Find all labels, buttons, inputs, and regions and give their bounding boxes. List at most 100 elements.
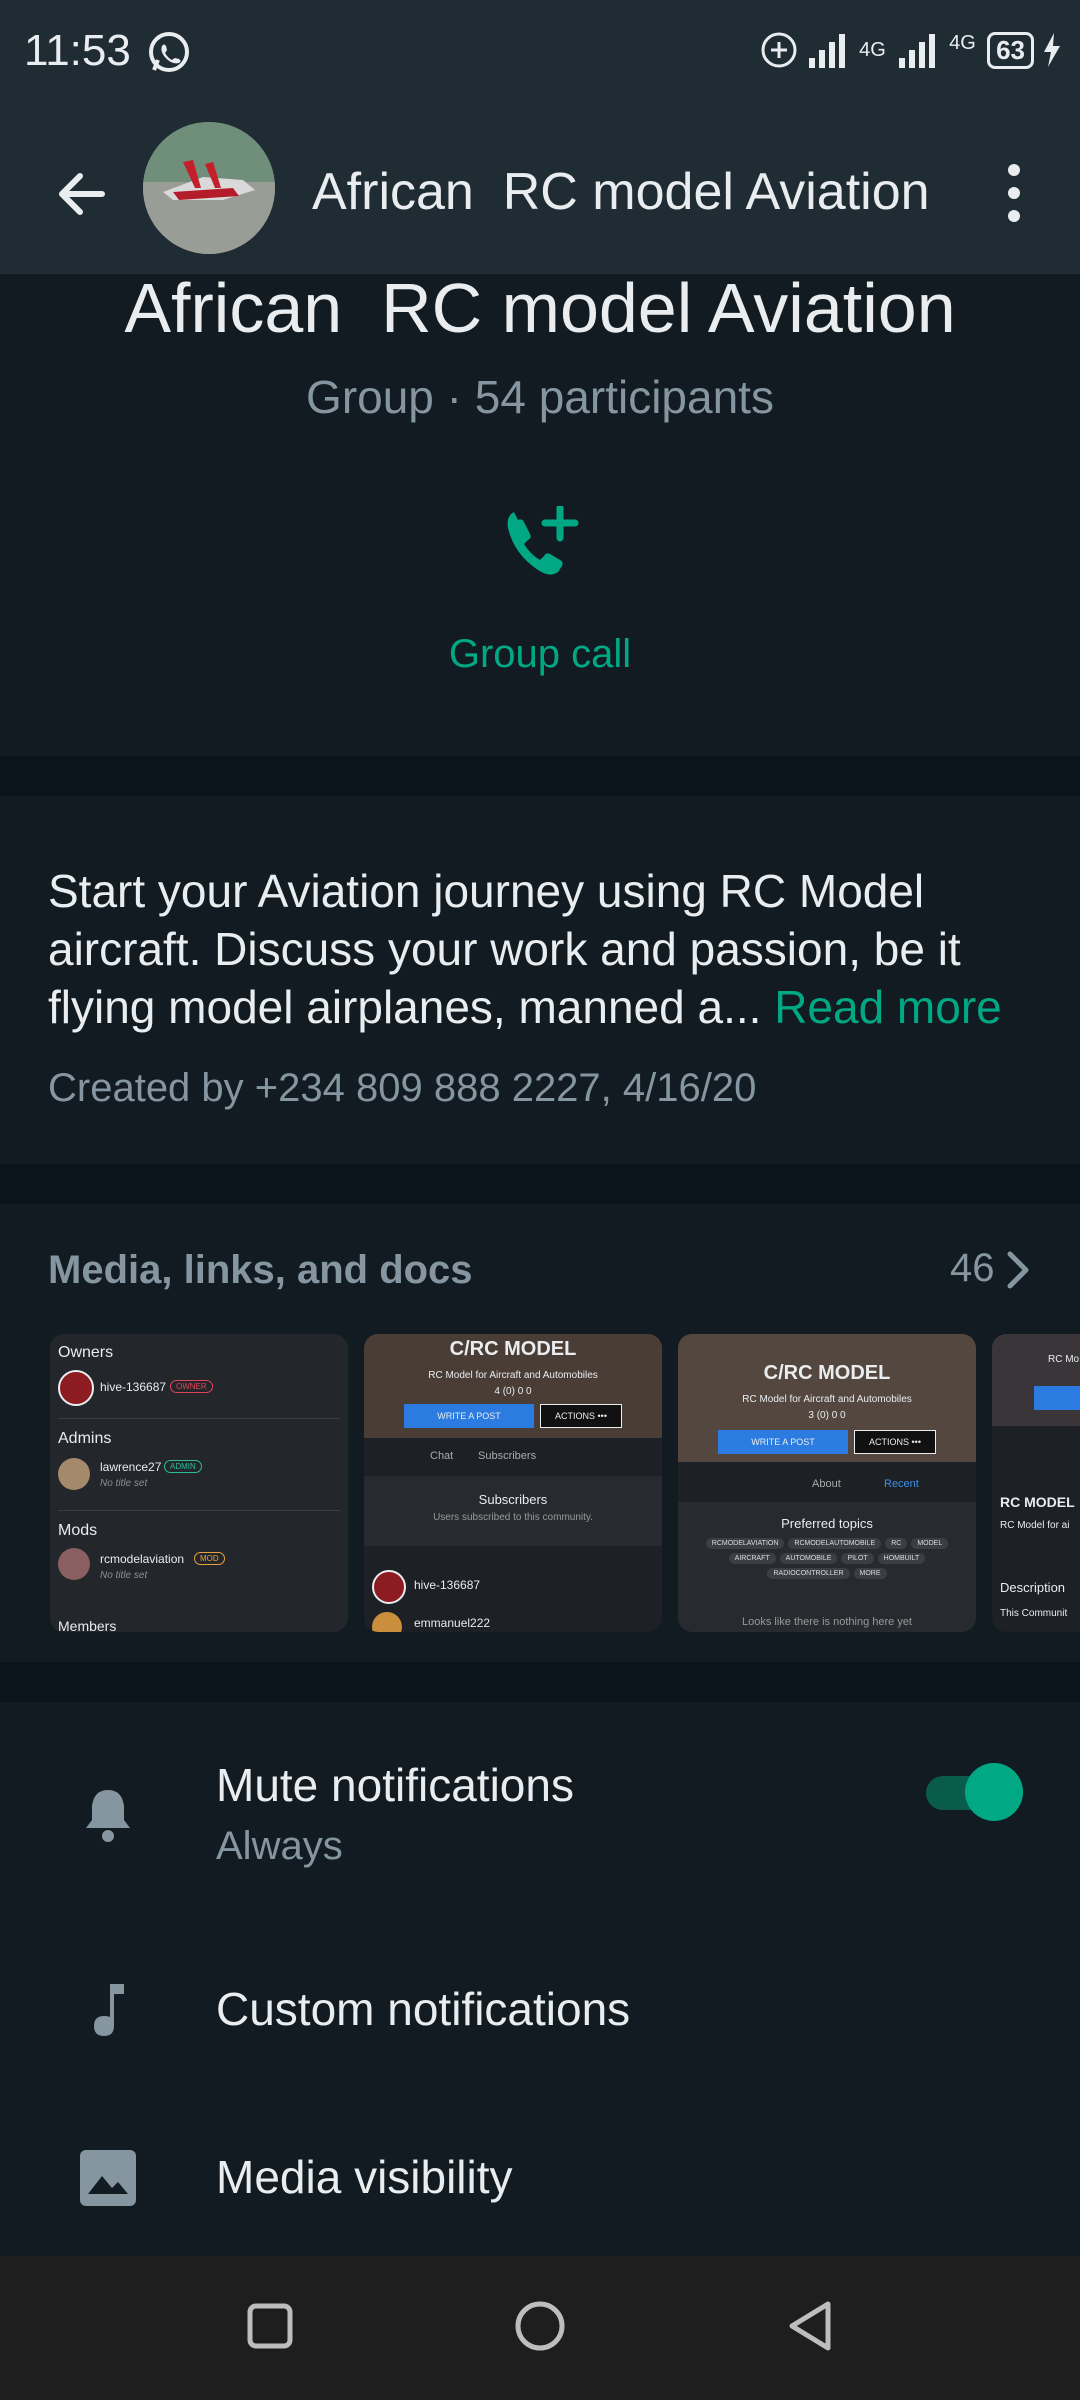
media-thumbnail-1[interactable]: Owners hive-136687 OWNER Admins lawrence… (50, 1334, 348, 1632)
topic-tag: AIRCRAFT (728, 1553, 776, 1564)
subscribers-sub: Users subscribed to this community. (433, 1512, 593, 1523)
avatar (58, 1370, 94, 1406)
status-indicators: 4G 4G 63 (759, 30, 1062, 70)
custom-notifications-title: Custom notifications (216, 1983, 631, 2035)
section-divider (0, 1164, 1080, 1204)
banner-image (992, 1334, 1080, 1426)
media-visibility-row[interactable] (0, 2110, 1080, 2250)
topic-tag: RCMODELAVIATION (705, 1538, 785, 1549)
group-avatar[interactable] (143, 122, 275, 254)
topic-tag: MORE (853, 1568, 887, 1579)
avatar (372, 1570, 406, 1604)
admin-name: lawrence27 (100, 1460, 162, 1474)
write-post-button: WRITE A POST (404, 1404, 534, 1428)
owner-badge: OWNER (170, 1380, 213, 1393)
thumb4-text-1: RC Mo (1048, 1354, 1080, 1365)
more-options-icon[interactable] (996, 160, 1032, 226)
status-time: 11:53 (24, 26, 131, 75)
owners-heading: Owners (58, 1344, 114, 1361)
community-stats: 3 (0) 0 0 (808, 1410, 846, 1421)
network-type-2: 4G (949, 32, 976, 54)
subscribers-tab: Subscribers (478, 1450, 537, 1462)
bell-icon (86, 1790, 130, 1842)
chevron-right-icon[interactable] (1004, 1250, 1032, 1290)
mute-notifications-sub: Always (216, 1824, 343, 1868)
thumb4-text-3: RC Model for ai (1000, 1520, 1070, 1531)
admin-badge: ADMIN (164, 1460, 202, 1473)
topics-title: Preferred topics (781, 1516, 873, 1531)
media-thumbnail-4[interactable]: RC Mo RC MODEL RC Model for ai Descripti… (992, 1334, 1080, 1632)
chat-tab: Chat (430, 1450, 454, 1462)
thumb4-text-4: Description (1000, 1580, 1066, 1595)
actions-button: ACTIONS ••• (540, 1404, 622, 1428)
mods-heading: Mods (58, 1522, 98, 1539)
media-title[interactable]: Media, links, and docs (48, 1248, 473, 1293)
subscribers-panel (364, 1476, 662, 1546)
topic-tag: RCMODELAUTOMOBILE (788, 1538, 882, 1549)
media-thumbnail-2[interactable]: C/RC MODEL RC Model for Aircraft and Aut… (364, 1334, 662, 1632)
avatar (58, 1548, 90, 1580)
media-visibility-title: Media visibility (216, 2151, 513, 2203)
subscriber-2: emmanuel222 (414, 1616, 491, 1630)
group-subtitle[interactable]: Group · 54 participants (0, 370, 1080, 424)
thumb4-text-5: This Communit (1000, 1608, 1068, 1619)
subscribers-title: Subscribers (478, 1492, 548, 1507)
group-name: African RC model Aviation (124, 269, 956, 347)
topic-tag: RADIOCONTROLLER (767, 1568, 850, 1579)
topic-tag: RC (885, 1538, 908, 1549)
data-saver-icon (761, 32, 797, 68)
network-type-1: 4G (859, 39, 886, 61)
thumb4-text-2: RC MODEL (1000, 1494, 1075, 1510)
topic-tag: AUTOMOBILE (779, 1553, 838, 1564)
image-icon (80, 2150, 136, 2206)
divider (58, 1510, 340, 1511)
header-title: African RC model Aviation (312, 163, 930, 221)
mod-name: rcmodelaviation (100, 1552, 185, 1566)
avatar (58, 1458, 90, 1490)
no-title-text-2: No title set (100, 1570, 148, 1581)
community-title: C/RC MODEL (449, 1338, 577, 1360)
mod-badge: MOD (194, 1552, 225, 1565)
read-more-link[interactable]: Read more (774, 981, 1002, 1033)
back-icon[interactable] (786, 2300, 834, 2352)
owner-name: hive-136687 (100, 1380, 167, 1394)
back-arrow-icon[interactable] (52, 164, 112, 224)
community-sub: RC Model for Aircraft and Automobiles (742, 1394, 912, 1405)
subscriber-1: hive-136687 (414, 1578, 481, 1592)
charging-icon (1044, 33, 1060, 67)
topic-tag: HOMBUILT (877, 1553, 926, 1564)
topic-tags: RCMODELAVIATION RCMODELAUTOMOBILE RC MODEL A… (694, 1538, 960, 1579)
home-icon[interactable] (514, 2300, 566, 2352)
recent-tab: Recent (884, 1478, 919, 1490)
actions-button: ACTIONS ••• (854, 1430, 936, 1454)
add-call-icon[interactable] (498, 506, 582, 590)
battery-level: 63 (996, 34, 1025, 65)
whatsapp-icon (149, 32, 189, 72)
write-post-button: WRITE A POST (718, 1430, 848, 1454)
jet-model-image (143, 122, 275, 254)
community-title: C/RC MODEL (763, 1362, 891, 1384)
group-call-label[interactable]: Group call (0, 632, 1080, 677)
no-title-text: No title set (100, 1478, 148, 1489)
community-sub: RC Model for Aircraft and Automobiles (428, 1370, 598, 1381)
recent-apps-icon[interactable] (246, 2302, 294, 2350)
music-note-icon (94, 1984, 124, 2036)
topic-tag: MODEL (911, 1538, 949, 1549)
mute-notifications-title: Mute notifications (216, 1759, 574, 1811)
signal-icon-2 (899, 34, 936, 68)
avatar (372, 1612, 402, 1632)
empty-message: Looks like there is nothing here yet (742, 1616, 912, 1628)
created-by: Created by +234 809 888 2227, 4/16/20 (48, 1066, 757, 1110)
admins-heading: Admins (58, 1430, 112, 1447)
group-description: Start your Aviation journey using RC Mod… (48, 862, 1038, 1036)
about-tab: About (812, 1478, 841, 1490)
section-divider (0, 756, 1080, 796)
media-thumbnail-3[interactable]: C/RC MODEL RC Model for Aircraft and Aut… (678, 1334, 976, 1632)
media-count[interactable]: 46 (950, 1246, 995, 1291)
signal-icon (809, 34, 846, 68)
divider (58, 1418, 340, 1419)
members-heading: Members (58, 1618, 117, 1632)
section-divider (0, 1662, 1080, 1702)
write-post-button (1034, 1386, 1080, 1410)
mute-toggle[interactable] (926, 1762, 1024, 1822)
